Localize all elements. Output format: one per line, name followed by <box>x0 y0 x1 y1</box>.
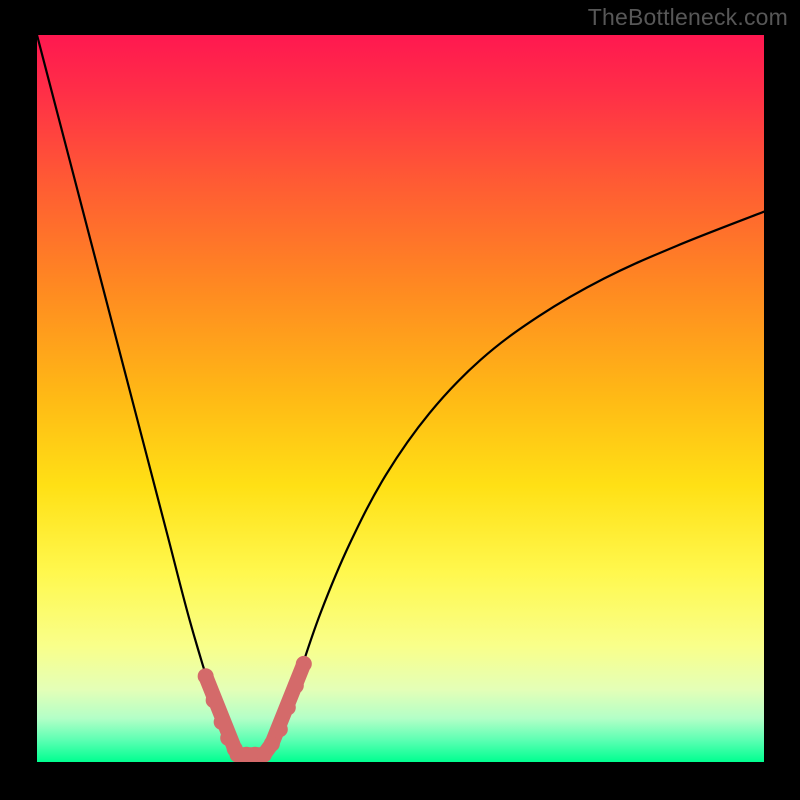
plot-area <box>37 35 764 762</box>
watermark-text: TheBottleneck.com <box>588 4 788 31</box>
gradient-background <box>37 35 764 762</box>
chart-frame: TheBottleneck.com <box>0 0 800 800</box>
valley-segment <box>264 744 272 755</box>
bottleneck-chart <box>37 35 764 762</box>
